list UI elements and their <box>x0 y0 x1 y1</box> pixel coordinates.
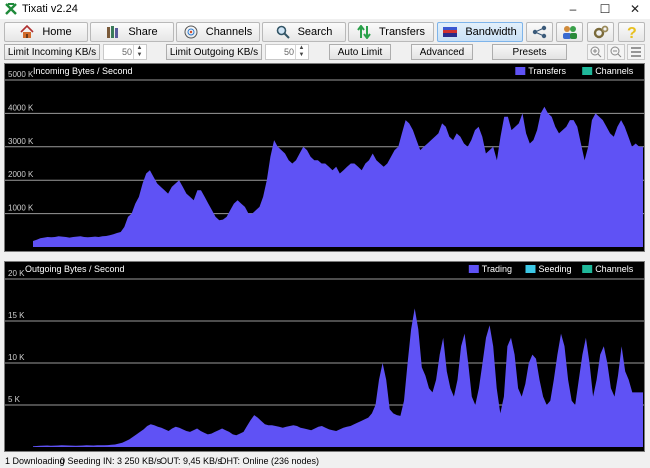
settings-icon <box>593 25 608 39</box>
help-icon: ? <box>627 25 637 40</box>
limit-outgoing-button[interactable]: Limit Outgoing KB/s <box>166 44 262 60</box>
share-button[interactable]: Share <box>90 22 174 42</box>
zoom-in-button[interactable] <box>587 44 605 60</box>
transfers-button[interactable]: Transfers <box>348 22 434 42</box>
window-title: Tixati v2.24 <box>22 3 78 15</box>
chart-title: Incoming Bytes / Second <box>33 66 133 76</box>
y-tick-label: 5 K <box>8 395 21 404</box>
bandwidth-button[interactable]: Bandwidth <box>437 22 523 42</box>
limit-outgoing-stepper[interactable]: 50 ▲ ▼ <box>265 44 309 60</box>
presets-button[interactable]: Presets <box>492 44 567 60</box>
limit-controls-row: Limit Incoming KB/s 50 ▲ ▼ Limit Outgoing… <box>0 44 650 62</box>
status-seeding: 0 Seeding <box>60 456 101 466</box>
bandwidth-icon <box>443 27 458 37</box>
svg-text:?: ? <box>627 25 637 40</box>
zoom-in-icon <box>590 46 602 58</box>
stepper-arrows-icon[interactable]: ▲ ▼ <box>133 45 145 59</box>
chart-title: Outgoing Bytes / Second <box>25 264 125 274</box>
list-icon <box>631 47 641 57</box>
legend-label: Trading <box>482 264 512 274</box>
auto-limit-button[interactable]: Auto Limit <box>329 44 391 60</box>
y-tick-label: 20 K <box>8 269 25 278</box>
legend-swatch <box>468 265 479 273</box>
title-bar: Tixati v2.24 – ☐ ✕ <box>0 0 650 19</box>
legend-swatch <box>582 67 593 75</box>
y-tick-label: 15 K <box>8 311 25 320</box>
share-label: Share <box>128 26 158 38</box>
incoming-chart-panel: 1000 K 2000 K 3000 K 4000 K 5000 K Incoming B… <box>4 63 645 252</box>
limit-incoming-stepper[interactable]: 50 ▲ ▼ <box>103 44 147 60</box>
network-button[interactable] <box>526 22 553 42</box>
users-button[interactable] <box>556 22 583 42</box>
legend-label: Seeding <box>539 264 572 274</box>
series-area-trading <box>33 308 643 447</box>
stepper-arrows-icon[interactable]: ▲ ▼ <box>295 45 307 59</box>
legend-swatch <box>515 67 526 75</box>
settings-button[interactable] <box>587 22 614 42</box>
transfers-label: Transfers <box>378 26 426 38</box>
incoming-chart: 1000 K 2000 K 3000 K 4000 K 5000 K Incoming B… <box>5 66 644 247</box>
outgoing-chart: 5 K 10 K 15 K 20 K Outgoing Bytes / Second Ch… <box>5 264 644 447</box>
zoom-out-icon <box>610 46 622 58</box>
legend-swatch <box>582 265 593 273</box>
status-in-rate: IN: 3 250 KB/s <box>103 456 162 466</box>
channels-label: Channels <box>205 26 253 38</box>
search-button[interactable]: Search <box>262 22 346 42</box>
channels-button[interactable]: Channels <box>176 22 260 42</box>
outgoing-chart-panel: 5 K 10 K 15 K 20 K Outgoing Bytes / Second Ch… <box>4 261 645 452</box>
legend-swatch <box>525 265 536 273</box>
search-icon <box>276 25 290 39</box>
network-icon <box>532 25 546 39</box>
y-tick-label: 2000 K <box>8 170 34 179</box>
legend-label: Channels <box>595 264 634 274</box>
status-out-rate: OUT: 9,45 KB/s <box>160 456 223 466</box>
y-tick-label: 4000 K <box>8 103 34 112</box>
maximize-button[interactable]: ☐ <box>592 0 618 19</box>
limit-outgoing-value: 50 <box>283 47 294 57</box>
status-downloading: 1 Downloading <box>5 456 65 466</box>
transfers-icon <box>357 25 371 39</box>
bandwidth-label: Bandwidth <box>465 26 517 38</box>
main-toolbar: Home Share Channels Search Transfers Ban… <box>0 19 650 44</box>
y-tick-label: 3000 K <box>8 137 34 146</box>
y-tick-label: 1000 K <box>8 204 34 213</box>
y-tick-label: 5000 K <box>8 70 34 79</box>
limit-incoming-button[interactable]: Limit Incoming KB/s <box>4 44 100 60</box>
minimize-button[interactable]: – <box>560 0 586 19</box>
status-dht: DHT: Online (236 nodes) <box>220 456 320 466</box>
users-icon <box>562 26 577 39</box>
advanced-button[interactable]: Advanced <box>411 44 473 60</box>
tixati-logo-icon <box>5 3 17 15</box>
y-tick-label: 10 K <box>8 353 25 362</box>
home-button[interactable]: Home <box>4 22 88 42</box>
status-bar: 1 Downloading 0 Seeding IN: 3 250 KB/s O… <box>0 455 650 468</box>
search-label: Search <box>297 26 333 38</box>
help-button[interactable]: ? <box>618 22 645 42</box>
close-button[interactable]: ✕ <box>622 0 648 19</box>
home-label: Home <box>42 26 72 38</box>
limit-incoming-value: 50 <box>121 47 132 57</box>
home-icon <box>20 25 34 38</box>
series-area-transfers <box>33 106 643 247</box>
zoom-out-button[interactable] <box>607 44 625 60</box>
legend-label: Channels <box>595 66 634 76</box>
legend-label: Transfers <box>528 66 566 76</box>
channels-icon <box>184 25 198 39</box>
graph-options-button[interactable] <box>627 44 645 60</box>
share-icon <box>107 26 119 38</box>
